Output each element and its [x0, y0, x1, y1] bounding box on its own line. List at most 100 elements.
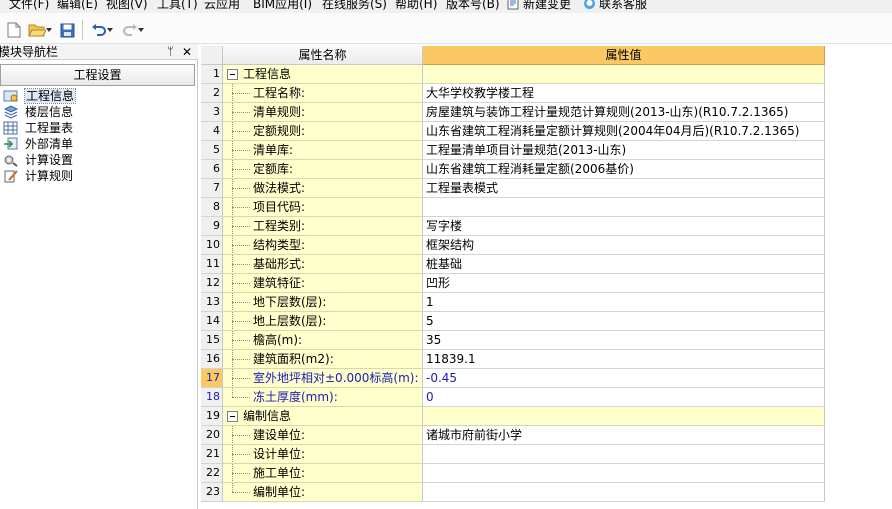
property-value-cell[interactable]: 山东省建筑工程消耗量定额计算规则(2004年04月后)(R10.7.2.1365… — [423, 122, 825, 141]
grid-row[interactable]: 4 定额规则: 山东省建筑工程消耗量定额计算规则(2004年04月后)(R10.7.… — [201, 122, 892, 141]
grid-row[interactable]: 7 做法模式: 工程量表模式 — [201, 179, 892, 198]
grid-row[interactable]: 21 设计单位: — [201, 445, 892, 464]
redo-button[interactable] — [119, 21, 147, 39]
property-value-cell[interactable]: 11839.1 — [423, 350, 825, 369]
collapse-toggle-icon[interactable] — [227, 411, 238, 422]
save-button[interactable] — [58, 21, 76, 39]
menu-view[interactable]: 视图(V) — [106, 0, 148, 13]
grid-group-row[interactable]: 19 编制信息 — [201, 407, 892, 426]
nav-item-project-info[interactable]: 工程信息 — [0, 88, 198, 104]
nav-item-calc-rules[interactable]: 计算规则 — [0, 168, 198, 184]
row-number[interactable]: 21 — [201, 445, 223, 464]
row-number[interactable]: 4 — [201, 122, 223, 141]
property-value-cell[interactable] — [423, 464, 825, 483]
row-number[interactable]: 18 — [201, 388, 223, 407]
nav-item-calc-settings[interactable]: 计算设置 — [0, 152, 198, 168]
property-name-cell[interactable]: 清单规则: — [223, 103, 423, 122]
property-name-cell[interactable]: 施工单位: — [223, 464, 423, 483]
menu-cloud[interactable]: 云应用 — [204, 0, 240, 13]
row-number[interactable]: 1 — [201, 65, 223, 84]
property-value-cell[interactable]: 大华学校教学楼工程 — [423, 84, 825, 103]
property-name-cell[interactable]: 建设单位: — [223, 426, 423, 445]
nav-item-quantity-table[interactable]: 工程量表 — [0, 120, 198, 136]
row-number[interactable]: 20 — [201, 426, 223, 445]
row-number[interactable]: 7 — [201, 179, 223, 198]
menu-file[interactable]: 文件(F) — [9, 0, 49, 13]
row-number[interactable]: 3 — [201, 103, 223, 122]
property-name-cell[interactable]: 冻土厚度(mm): — [223, 388, 423, 407]
property-value-cell[interactable]: 山东省建筑工程消耗量定额(2006基价) — [423, 160, 825, 179]
grid-row[interactable]: 3 清单规则: 房屋建筑与装饰工程计量规范计算规则(2013-山东)(R10.7.2… — [201, 103, 892, 122]
property-value-cell[interactable]: 5 — [423, 312, 825, 331]
property-name-cell[interactable]: 编制单位: — [223, 483, 423, 502]
menu-bim[interactable]: BIM应用(I) — [253, 0, 312, 13]
row-number[interactable]: 17 — [201, 369, 223, 388]
row-number[interactable]: 14 — [201, 312, 223, 331]
menu-online-service[interactable]: 在线服务(S) — [322, 0, 387, 13]
property-value-cell[interactable]: 诸城市府前街小学 — [423, 426, 825, 445]
grid-row[interactable]: 22 施工单位: — [201, 464, 892, 483]
grid-row[interactable]: 5 清单库: 工程量清单项目计量规范(2013-山东) — [201, 141, 892, 160]
row-number[interactable]: 23 — [201, 483, 223, 502]
property-name-cell[interactable]: 地下层数(层): — [223, 293, 423, 312]
grid-row[interactable]: 13 地下层数(层): 1 — [201, 293, 892, 312]
grid-row[interactable]: 8 项目代码: — [201, 198, 892, 217]
property-name-cell[interactable]: 工程名称: — [223, 84, 423, 103]
grid-row[interactable]: 15 檐高(m): 35 — [201, 331, 892, 350]
property-value-cell[interactable]: -0.45 — [423, 369, 825, 388]
property-name-cell[interactable]: 地上层数(层): — [223, 312, 423, 331]
grid-row[interactable]: 10 结构类型: 框架结构 — [201, 236, 892, 255]
new-file-button[interactable] — [6, 21, 22, 39]
property-name-cell[interactable]: 定额库: — [223, 160, 423, 179]
property-value-cell[interactable]: 凹形 — [423, 274, 825, 293]
property-name-cell[interactable]: 建筑特征: — [223, 274, 423, 293]
row-number[interactable]: 5 — [201, 141, 223, 160]
grid-row[interactable]: 23 编制单位: — [201, 483, 892, 502]
property-value-cell[interactable] — [423, 445, 825, 464]
grid-row[interactable]: 14 地上层数(层): 5 — [201, 312, 892, 331]
menu-contact[interactable]: 联系客服 — [583, 0, 647, 13]
property-value-cell[interactable]: 0 — [423, 388, 825, 407]
grid-row[interactable]: 11 基础形式: 桩基础 — [201, 255, 892, 274]
row-number[interactable]: 15 — [201, 331, 223, 350]
column-header-value[interactable]: 属性值 — [423, 46, 825, 65]
row-number[interactable]: 16 — [201, 350, 223, 369]
undo-button[interactable] — [88, 21, 116, 39]
property-name-cell[interactable]: 室外地坪相对±0.000标高(m): — [223, 369, 423, 388]
grid-row[interactable]: 2 工程名称: 大华学校教学楼工程 — [201, 84, 892, 103]
property-value-cell[interactable]: 35 — [423, 331, 825, 350]
open-button[interactable] — [28, 21, 52, 39]
row-number[interactable]: 12 — [201, 274, 223, 293]
property-value-cell[interactable]: 桩基础 — [423, 255, 825, 274]
property-name-cell[interactable]: 工程信息 — [223, 65, 423, 84]
menu-new-change[interactable]: 新建变更 — [507, 0, 571, 13]
nav-item-floor-info[interactable]: 楼层信息 — [0, 104, 198, 120]
row-number[interactable]: 22 — [201, 464, 223, 483]
property-name-cell[interactable]: 编制信息 — [223, 407, 423, 426]
property-name-cell[interactable]: 基础形式: — [223, 255, 423, 274]
menu-version[interactable]: 版本号(B) — [446, 0, 500, 13]
grid-row[interactable]: 18 冻土厚度(mm): 0 — [201, 388, 892, 407]
property-name-cell[interactable]: 项目代码: — [223, 198, 423, 217]
column-header-name[interactable]: 属性名称 — [223, 46, 423, 65]
row-number[interactable]: 9 — [201, 217, 223, 236]
property-name-cell[interactable]: 结构类型: — [223, 236, 423, 255]
property-name-cell[interactable]: 檐高(m): — [223, 331, 423, 350]
property-name-cell[interactable]: 建筑面积(m2): — [223, 350, 423, 369]
property-name-cell[interactable]: 做法模式: — [223, 179, 423, 198]
property-value-cell[interactable]: 工程量清单项目计量规范(2013-山东) — [423, 141, 825, 160]
row-number[interactable]: 11 — [201, 255, 223, 274]
project-settings-button[interactable]: 工程设置 — [0, 64, 195, 86]
grid-row[interactable]: 6 定额库: 山东省建筑工程消耗量定额(2006基价) — [201, 160, 892, 179]
collapse-toggle-icon[interactable] — [227, 69, 238, 80]
property-name-cell[interactable]: 工程类别: — [223, 217, 423, 236]
property-value-cell[interactable] — [423, 198, 825, 217]
menu-edit[interactable]: 编辑(E) — [57, 0, 98, 13]
pin-icon[interactable]: ᛘ — [167, 45, 174, 59]
menu-tools[interactable]: 工具(T) — [157, 0, 198, 13]
property-name-cell[interactable]: 设计单位: — [223, 445, 423, 464]
grid-row[interactable]: 16 建筑面积(m2): 11839.1 — [201, 350, 892, 369]
property-value-cell[interactable]: 框架结构 — [423, 236, 825, 255]
grid-group-row[interactable]: 1 工程信息 — [201, 65, 892, 84]
row-number[interactable]: 8 — [201, 198, 223, 217]
